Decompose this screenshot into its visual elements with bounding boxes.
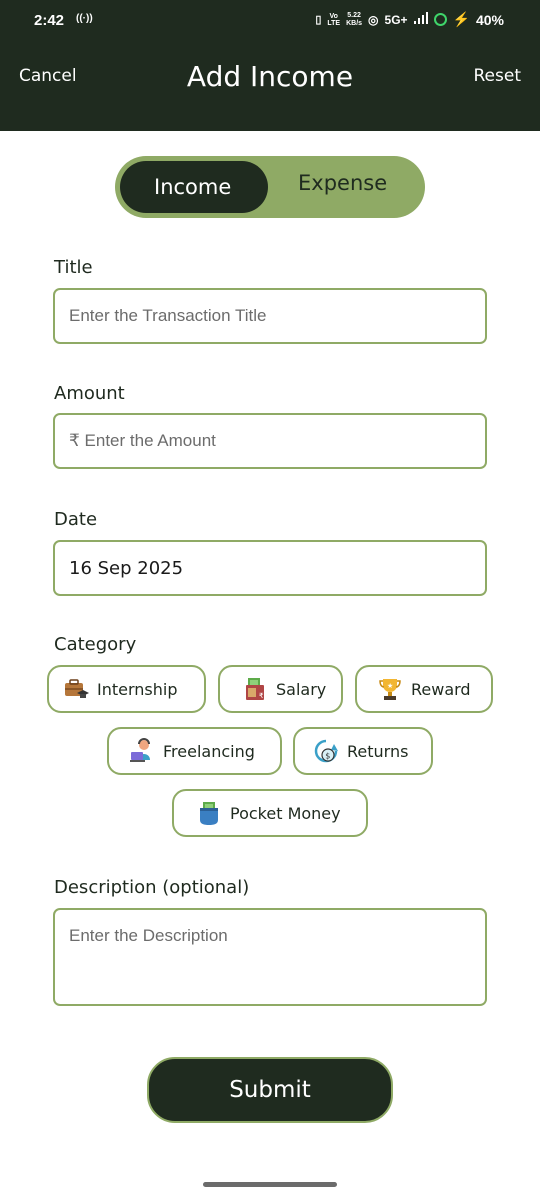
date-value: 16 Sep 2025: [69, 557, 184, 579]
category-chip-returns[interactable]: $ Returns: [293, 727, 433, 775]
title-input-placeholder: Enter the Transaction Title: [69, 306, 267, 325]
submit-button[interactable]: Submit: [147, 1057, 393, 1123]
toggle-expense-option[interactable]: Expense: [298, 171, 387, 195]
description-input[interactable]: Enter the Description: [53, 908, 487, 1006]
page-title: Add Income: [186, 60, 354, 93]
signal-icon: [413, 12, 428, 27]
category-chip-internship[interactable]: Internship: [47, 665, 206, 713]
category-chip-freelancing[interactable]: Freelancing: [107, 727, 282, 775]
status-bar: 2:42 ((·)) ▯ Vo LTE 5.22 KB/s ◎ 5G+ ⚡ 40%: [0, 0, 540, 40]
network-speed-value: 5.22: [347, 11, 361, 19]
description-input-placeholder: Enter the Description: [69, 926, 228, 945]
battery-level: 40%: [475, 11, 504, 28]
description-label: Description (optional): [54, 877, 250, 898]
network-speed: 5.22 KB/s: [346, 12, 362, 28]
status-time: 2:42: [34, 12, 65, 29]
toggle-income-label: Income: [154, 175, 232, 199]
category-chip-label: Returns: [347, 741, 409, 761]
salary-money-icon: ₹: [242, 676, 268, 702]
category-chip-label: Reward: [411, 679, 471, 699]
app-header: 2:42 ((·)) ▯ Vo LTE 5.22 KB/s ◎ 5G+ ⚡ 40%…: [0, 0, 540, 131]
pocket-money-icon: [196, 800, 222, 826]
returns-coin-icon: $: [313, 738, 339, 764]
toggle-income-option[interactable]: Income: [120, 161, 268, 213]
category-chip-reward[interactable]: ★ Reward: [355, 665, 493, 713]
svg-text:$: $: [325, 752, 330, 761]
amount-input[interactable]: ₹ Enter the Amount: [53, 413, 487, 469]
category-chip-label: Freelancing: [163, 741, 255, 761]
cancel-button[interactable]: Cancel: [19, 66, 77, 86]
category-chip-label: Internship: [97, 679, 178, 699]
status-notification-icon: ((·)): [76, 13, 93, 24]
svg-text:★: ★: [387, 682, 393, 690]
network-speed-unit: KB/s: [346, 19, 363, 27]
title-label: Title: [54, 257, 93, 278]
freelancer-laptop-icon: [129, 738, 155, 764]
title-input[interactable]: Enter the Transaction Title: [53, 288, 487, 344]
amount-label: Amount: [54, 383, 125, 404]
category-label: Category: [54, 634, 137, 655]
category-chip-salary[interactable]: ₹ Salary: [218, 665, 343, 713]
amount-input-placeholder: ₹ Enter the Amount: [69, 431, 216, 450]
category-chip-label: Pocket Money: [230, 803, 341, 823]
category-chip-pocket-money[interactable]: Pocket Money: [172, 789, 368, 837]
network-type: 5G+: [384, 12, 408, 27]
vibrate-icon: ▯: [315, 14, 322, 26]
date-label: Date: [54, 509, 98, 530]
submit-button-label: Submit: [229, 1077, 311, 1103]
status-icons: ▯ Vo LTE 5.22 KB/s ◎ 5G+ ⚡ 40%: [315, 11, 504, 28]
home-indicator[interactable]: [203, 1182, 337, 1187]
briefcase-graduation-icon: [63, 676, 89, 702]
charging-icon: ⚡: [452, 11, 470, 27]
data-saver-icon: [433, 13, 447, 26]
reset-button[interactable]: Reset: [474, 66, 522, 86]
trophy-icon: ★: [377, 676, 403, 702]
svg-text:₹: ₹: [259, 692, 264, 700]
date-field[interactable]: 16 Sep 2025: [53, 540, 487, 596]
transaction-type-toggle: Income Expense: [115, 156, 425, 218]
hotspot-icon: ◎: [368, 12, 379, 27]
volte-icon: Vo LTE: [327, 12, 341, 27]
category-chip-label: Salary: [276, 679, 327, 699]
